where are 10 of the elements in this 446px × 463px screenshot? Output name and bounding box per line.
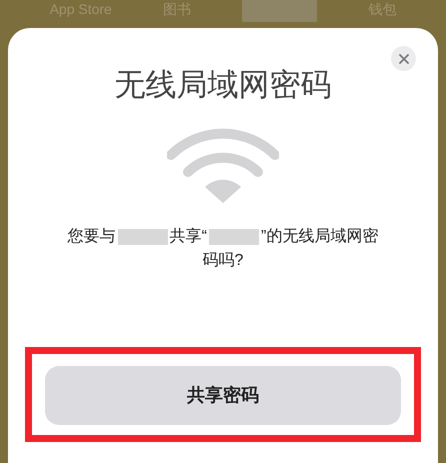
blurred-text [209,228,259,245]
message-text: 共享“ [170,226,207,247]
close-icon [398,54,408,64]
message-text: 码吗? [202,250,244,271]
share-password-button[interactable]: 共享密码 [45,366,401,425]
blurred-text [118,228,168,245]
close-button[interactable] [391,46,416,71]
dialog-title: 无线局域网密码 [114,66,332,104]
message-text: 您要与 [68,226,116,247]
message-text: ”的无线局域网密 [261,226,378,247]
